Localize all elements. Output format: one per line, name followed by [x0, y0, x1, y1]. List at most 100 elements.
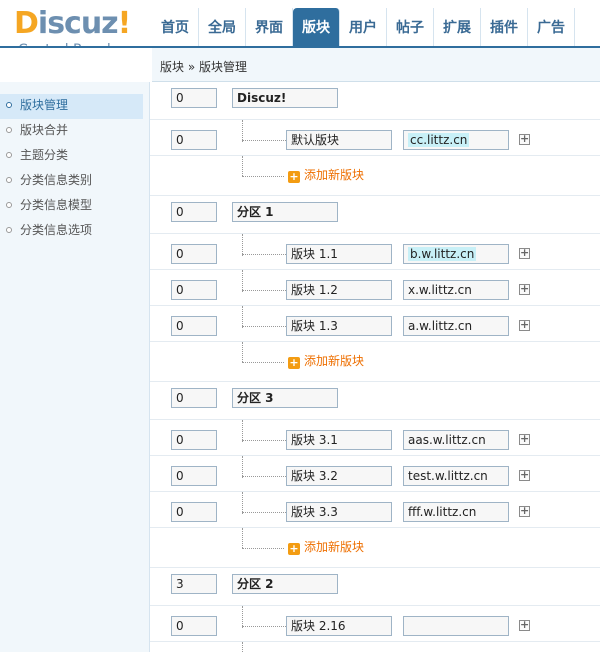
sidebar-item[interactable]: 版块管理 [0, 94, 143, 119]
group-order-input[interactable]: 0 [171, 388, 217, 408]
forum-row: 0 版块 3.3 fff.w.littz.cn + [150, 492, 600, 528]
tree-line [242, 512, 286, 513]
forum-domain-input[interactable] [403, 616, 509, 636]
tree-line [242, 476, 286, 477]
forum-domain-input[interactable]: fff.w.littz.cn [403, 502, 509, 522]
add-forum-row: + 添加新版块 [150, 156, 600, 196]
tree-line [242, 326, 286, 327]
tree-line [242, 254, 286, 255]
add-subforum-icon[interactable]: + [519, 469, 530, 481]
add-forum-link[interactable]: + 添加新版块 [288, 354, 365, 369]
bullet-icon [6, 202, 12, 208]
group-name-input[interactable]: 分区 2 [232, 574, 338, 594]
forum-name-input[interactable]: 版块 2.16 [286, 616, 392, 636]
group-name-input[interactable]: 分区 1 [232, 202, 338, 222]
forum-row: 0 版块 2.16 + [150, 606, 600, 642]
forum-order-input[interactable]: 0 [171, 130, 217, 150]
bullet-icon [6, 227, 12, 233]
nav-tab[interactable]: 扩展 [434, 8, 481, 46]
add-subforum-icon[interactable]: + [519, 247, 530, 259]
forum-row: 0 版块 3.1 aas.w.littz.cn + [150, 420, 600, 456]
add-subforum-icon[interactable]: + [519, 133, 530, 145]
add-forum-row: + 添加新版块 [150, 342, 600, 382]
forum-name-input[interactable]: 版块 3.2 [286, 466, 392, 486]
tree-line [242, 234, 243, 256]
forum-domain-input[interactable]: a.w.littz.cn [403, 316, 509, 336]
forum-domain-input[interactable]: aas.w.littz.cn [403, 430, 509, 450]
forum-name-input[interactable]: 版块 3.1 [286, 430, 392, 450]
add-forum-row: + 添加新版块 [150, 528, 600, 568]
forum-row: 0 版块 1.2 x.w.littz.cn + [150, 270, 600, 306]
sidebar-item[interactable]: 主题分类 [0, 144, 149, 169]
forum-order-input[interactable]: 0 [171, 244, 217, 264]
forum-domain-input[interactable]: b.w.littz.cn [403, 244, 509, 264]
bullet-icon [6, 152, 12, 158]
forum-name-input[interactable]: 版块 1.2 [286, 280, 392, 300]
tree-line [242, 456, 243, 478]
forum-name-input[interactable]: 默认版块 [286, 130, 392, 150]
group-name-input[interactable]: Discuz! [232, 88, 338, 108]
forum-domain-input[interactable]: test.w.littz.cn [403, 466, 509, 486]
forum-order-input[interactable]: 0 [171, 502, 217, 522]
plus-icon: + [288, 542, 300, 555]
forum-domain-value: aas.w.littz.cn [408, 433, 486, 447]
tree-line [242, 120, 243, 142]
sidebar-item[interactable]: 分类信息选项 [0, 219, 149, 244]
group-row: 0 分区 3 [150, 384, 600, 420]
forum-domain-value: fff.w.littz.cn [408, 505, 477, 519]
group-row: 0 Discuz! [150, 84, 600, 120]
forum-domain-input[interactable]: cc.littz.cn [403, 130, 509, 150]
forum-name-input[interactable]: 版块 1.1 [286, 244, 392, 264]
add-subforum-icon[interactable]: + [519, 505, 530, 517]
add-forum-label: 添加新版块 [304, 168, 365, 182]
tree-line [242, 156, 243, 176]
group-row: 3 分区 2 [150, 570, 600, 606]
tree-line [242, 306, 243, 328]
nav-tab[interactable]: 界面 [246, 8, 293, 46]
forum-order-input[interactable]: 0 [171, 466, 217, 486]
sidebar-item-label: 分类信息模型 [20, 198, 93, 212]
tree-line [242, 290, 286, 291]
bullet-icon [6, 127, 12, 133]
forum-order-input[interactable]: 0 [171, 616, 217, 636]
sidebar-item[interactable]: 版块合并 [0, 119, 149, 144]
forum-name-input[interactable]: 版块 1.3 [286, 316, 392, 336]
add-forum-link[interactable]: + 添加新版块 [288, 168, 365, 183]
forum-order-input[interactable]: 0 [171, 430, 217, 450]
forum-order-input[interactable]: 0 [171, 280, 217, 300]
group-order-input[interactable]: 0 [171, 88, 217, 108]
add-forum-label: 添加新版块 [304, 354, 365, 368]
group-order-input[interactable]: 3 [171, 574, 217, 594]
nav-tab[interactable]: 帖子 [387, 8, 434, 46]
top-nav: 首页 全局 界面 版块 用户 帖子 扩展 插件 广告 [152, 8, 600, 46]
nav-tab[interactable]: 用户 [340, 8, 387, 46]
breadcrumb: 版块 » 版块管理 [160, 60, 247, 74]
sidebar-item[interactable]: 分类信息类别 [0, 169, 149, 194]
add-subforum-icon[interactable]: + [519, 619, 530, 631]
nav-tab[interactable]: 广告 [528, 8, 575, 46]
add-forum-link[interactable]: + 添加新版块 [288, 540, 364, 555]
plus-icon: + [288, 170, 300, 183]
group-name-input[interactable]: 分区 3 [232, 388, 338, 408]
group-order-input[interactable]: 0 [171, 202, 217, 222]
group-row: 0 分区 1 [150, 198, 600, 234]
tree-line [242, 492, 243, 514]
add-subforum-icon[interactable]: + [519, 319, 530, 331]
nav-tab[interactable]: 首页 [152, 8, 199, 46]
forum-order-input[interactable]: 0 [171, 316, 217, 336]
forum-domain-value: test.w.littz.cn [408, 469, 488, 483]
tree-line [242, 626, 286, 627]
add-subforum-icon[interactable]: + [519, 433, 530, 445]
forum-domain-input[interactable]: x.w.littz.cn [403, 280, 509, 300]
forum-row: 0 版块 3.2 test.w.littz.cn + [150, 456, 600, 492]
sidebar-item[interactable]: 分类信息模型 [0, 194, 149, 219]
nav-tab[interactable]: 全局 [199, 8, 246, 46]
tree-line [242, 420, 243, 442]
nav-tab[interactable]: 插件 [481, 8, 528, 46]
forum-name-input[interactable]: 版块 3.3 [286, 502, 392, 522]
add-subforum-icon[interactable]: + [519, 283, 530, 295]
sidebar-item-label: 版块管理 [20, 98, 69, 112]
forum-domain-value: b.w.littz.cn [408, 247, 477, 261]
nav-tab[interactable]: 版块 [293, 8, 340, 46]
forum-domain-value: cc.littz.cn [408, 133, 470, 147]
